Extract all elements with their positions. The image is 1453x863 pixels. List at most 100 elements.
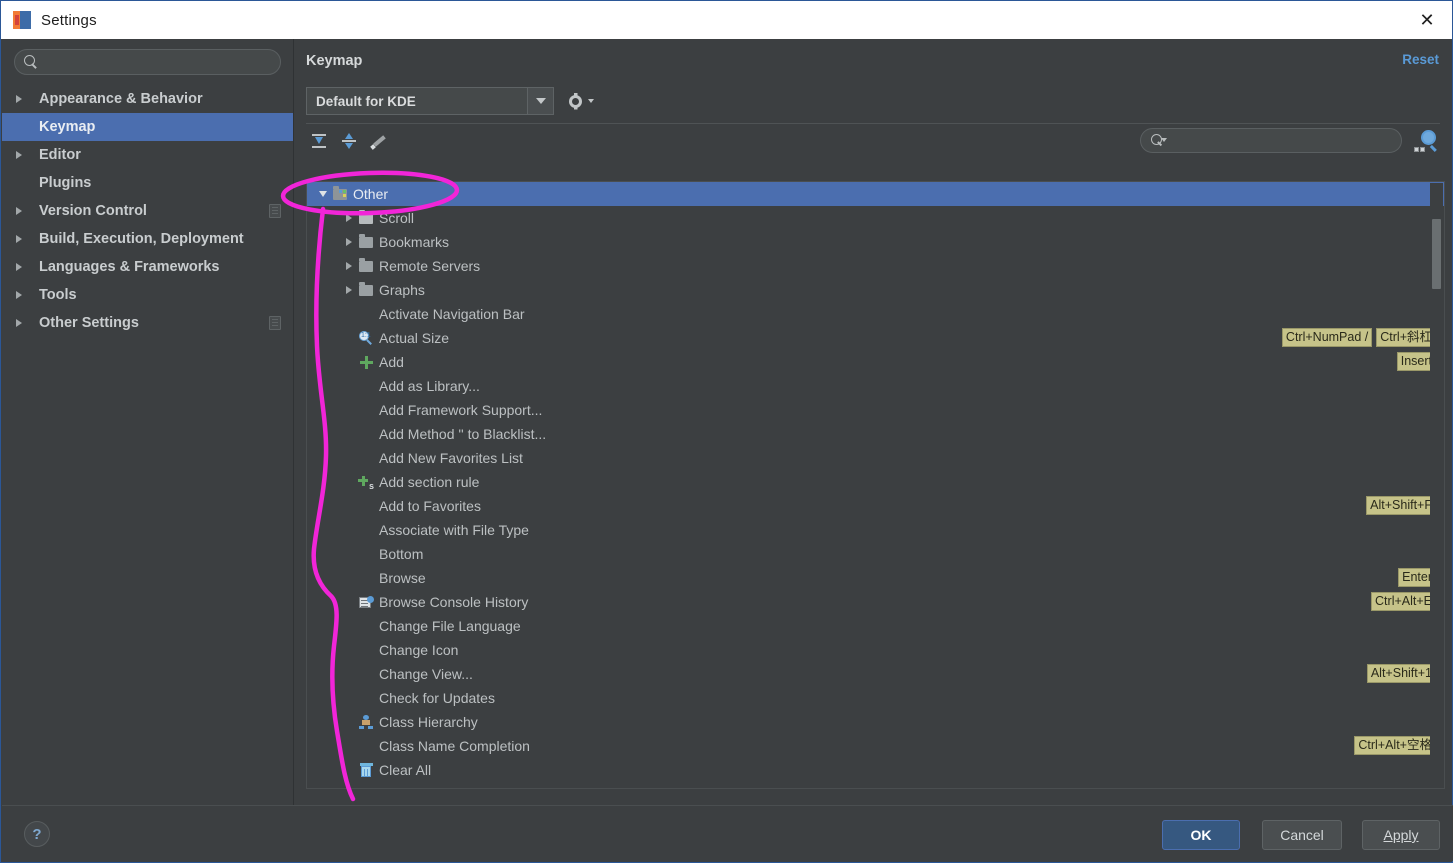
shortcut-action-label: Add to Favorites [379, 498, 481, 514]
copy-icon[interactable] [269, 204, 281, 218]
shortcut-action-label: Add as Library... [379, 378, 480, 394]
help-button[interactable]: ? [24, 821, 50, 847]
folder-multi-icon [333, 185, 347, 200]
folder-icon [359, 281, 373, 296]
sidebar-item-editor[interactable]: Editor [2, 141, 293, 169]
shortcut-row[interactable]: Change View... Alt+Shift+1 [307, 662, 1444, 686]
chevron-right-icon[interactable] [16, 319, 30, 327]
shortcut-action-label: Bottom [379, 546, 424, 562]
shortcut-row[interactable]: Activate Navigation Bar [307, 302, 1444, 326]
shortcut-action-label: Add Method '' to Blacklist... [379, 426, 547, 442]
ok-button[interactable]: OK [1162, 820, 1240, 850]
shortcut-row[interactable]: Add New Favorites List [307, 446, 1444, 470]
shortcut-action-label: Add Framework Support... [379, 402, 543, 418]
copy-icon[interactable] [269, 316, 281, 330]
console-icon [358, 595, 374, 609]
sidebar-item-build-execution-deployment[interactable]: Build, Execution, Deployment [2, 225, 293, 253]
edit-shortcut-icon[interactable] [366, 128, 392, 154]
shortcut-row[interactable]: Scroll [307, 206, 1444, 230]
close-icon[interactable]: ✕ [1410, 8, 1444, 32]
gear-icon[interactable] [568, 90, 594, 112]
sidebar-item-label: Plugins [39, 175, 92, 191]
shortcut-row[interactable]: Remote Servers [307, 254, 1444, 278]
settings-dialog: Settings ✕ Appearance & Behavior Keymap Ed… [0, 0, 1453, 863]
find-input[interactable] [1166, 133, 1401, 148]
chevron-right-icon[interactable] [16, 291, 30, 299]
shortcut-row[interactable]: Bookmarks [307, 230, 1444, 254]
sidebar-item-label: Tools [39, 287, 77, 303]
shortcut-action-label: Actual Size [379, 330, 450, 346]
row-icon-slot [357, 233, 375, 248]
shortcut-row[interactable]: Add to Favorites Alt+Shift+F [307, 494, 1444, 518]
chevron-right-icon[interactable] [16, 151, 30, 159]
sidebar-item-version-control[interactable]: Version Control [2, 197, 293, 225]
shortcut-action-label: Change Icon [379, 642, 459, 658]
shortcut-row[interactable]: Other [307, 182, 1444, 206]
shortcut-action-label: Clear All [379, 762, 432, 778]
shortcut-keycap: Ctrl+NumPad / [1281, 328, 1373, 347]
find-by-shortcut-icon[interactable] [1414, 129, 1437, 152]
sidebar-item-languages-frameworks[interactable]: Languages & Frameworks [2, 253, 293, 281]
cancel-button[interactable]: Cancel [1262, 820, 1342, 850]
chevron-right-icon[interactable] [16, 207, 30, 215]
sidebar-item-plugins[interactable]: Plugins [2, 169, 293, 197]
shortcut-action-label: Add [379, 354, 404, 370]
vertical-scrollbar[interactable] [1430, 183, 1443, 787]
shortcut-row[interactable]: Bottom [307, 542, 1444, 566]
chevron-right-icon[interactable] [16, 235, 30, 243]
chevron-right-icon[interactable] [341, 238, 357, 246]
sidebar-item-label: Keymap [39, 119, 96, 135]
reset-link[interactable]: Reset [1402, 52, 1439, 67]
keymap-select[interactable]: Default for KDE [306, 87, 554, 115]
shortcut-action-label: Add section rule [379, 474, 480, 490]
shortcut-action-label: Change File Language [379, 618, 521, 634]
shortcut-row[interactable]: Browse Enter [307, 566, 1444, 590]
shortcut-keys: Ctrl+NumPad / Ctrl+斜杠 [1281, 328, 1436, 347]
search-icon [24, 55, 38, 69]
find-shortcut-box[interactable] [1140, 128, 1402, 153]
search-input[interactable] [38, 54, 280, 70]
shortcut-row[interactable]: Check for Updates [307, 686, 1444, 710]
window-title: Settings [41, 11, 97, 29]
shortcut-row[interactable]: Associate with File Type [307, 518, 1444, 542]
shortcut-row[interactable]: Change Icon [307, 638, 1444, 662]
shortcut-row[interactable]: Change File Language [307, 614, 1444, 638]
sidebar-item-tools[interactable]: Tools [2, 281, 293, 309]
chevron-right-icon[interactable] [341, 262, 357, 270]
apply-button[interactable]: Apply [1362, 820, 1440, 850]
shortcut-keycap: Ctrl+Alt+E [1371, 592, 1436, 611]
shortcut-row[interactable]: Clear All [307, 758, 1444, 782]
shortcut-row[interactable]: s Add section rule [307, 470, 1444, 494]
shortcut-row[interactable]: Class Name Completion Ctrl+Alt+空格 [307, 734, 1444, 758]
shortcut-action-label: Associate with File Type [379, 522, 529, 538]
scrollbar-thumb[interactable] [1432, 219, 1441, 289]
shortcut-row[interactable]: Add Insert [307, 350, 1444, 374]
chevron-down-icon[interactable] [315, 191, 331, 197]
shortcut-action-label: Scroll [379, 210, 415, 226]
chevron-right-icon[interactable] [16, 95, 30, 103]
shortcut-row[interactable]: Graphs [307, 278, 1444, 302]
sidebar-item-appearance-behavior[interactable]: Appearance & Behavior [2, 85, 293, 113]
chevron-right-icon[interactable] [341, 286, 357, 294]
chevron-right-icon[interactable] [16, 263, 30, 271]
shortcut-tree[interactable]: Other Scroll Bookmarks Remote Servers Graphs… [306, 181, 1445, 789]
sidebar-item-other-settings[interactable]: Other Settings [2, 309, 293, 337]
collapse-all-icon[interactable] [336, 128, 362, 154]
shortcut-row[interactable]: Add as Library... [307, 374, 1444, 398]
expand-all-icon[interactable] [306, 128, 332, 154]
shortcut-row[interactable]: Browse Console History Ctrl+Alt+E [307, 590, 1444, 614]
shortcut-tree-rows: Other Scroll Bookmarks Remote Servers Graphs… [307, 182, 1444, 782]
chevron-right-icon[interactable] [341, 214, 357, 222]
shortcut-row[interactable]: Class Hierarchy [307, 710, 1444, 734]
shortcut-row[interactable]: Add Framework Support... [307, 398, 1444, 422]
chevron-down-icon[interactable] [527, 88, 553, 114]
sidebar-search-box[interactable] [14, 49, 281, 75]
shortcut-row[interactable]: 1:1 Actual Size Ctrl+NumPad / Ctrl+斜杠 [307, 326, 1444, 350]
sidebar-item-label: Editor [39, 147, 81, 163]
sidebar-item-label: Appearance & Behavior [39, 91, 203, 107]
shortcut-action-label: Browse Console History [379, 594, 529, 610]
shortcut-row[interactable]: Add Method '' to Blacklist... [307, 422, 1444, 446]
sidebar-item-keymap[interactable]: Keymap [2, 113, 293, 141]
shortcut-action-label: Check for Updates [379, 690, 495, 706]
sidebar-item-label: Build, Execution, Deployment [39, 231, 244, 247]
